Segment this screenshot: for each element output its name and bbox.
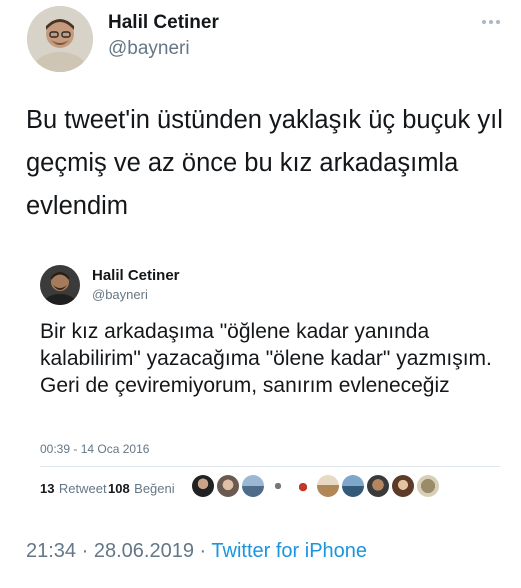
liker-avatar[interactable] xyxy=(367,475,389,497)
tweet-source-link[interactable]: Twitter for iPhone xyxy=(211,540,367,562)
retweet-label: Retweet xyxy=(58,481,107,496)
quoted-author-handle[interactable]: @bayneri xyxy=(92,287,148,302)
liker-avatar[interactable] xyxy=(242,475,264,497)
liker-avatar[interactable] xyxy=(417,475,439,497)
tweet-meta: 21:34 · 28.06.2019 · Twitter for iPhone xyxy=(26,540,367,563)
tweet-time[interactable]: 21:34 xyxy=(26,540,76,562)
liker-avatar[interactable] xyxy=(292,475,314,497)
quoted-tweet-text: Bir kız arkadaşıma "öğlene kadar yanında… xyxy=(40,320,492,397)
author-name[interactable]: Halil Cetiner xyxy=(108,12,219,34)
quoted-timestamp[interactable]: 00:39 - 14 Oca 2016 xyxy=(40,442,149,456)
author-handle[interactable]: @bayneri xyxy=(108,38,190,60)
quoted-divider xyxy=(40,466,500,467)
like-count: 108 xyxy=(108,481,130,496)
liker-avatar[interactable] xyxy=(342,475,364,497)
more-dots-icon[interactable] xyxy=(482,14,508,30)
liker-avatar[interactable] xyxy=(392,475,414,497)
liker-avatars xyxy=(192,475,439,497)
quoted-author-name[interactable]: Halil Cetiner xyxy=(92,267,180,284)
like-label: Beğeni xyxy=(134,481,175,496)
tweet-date[interactable]: 28.06.2019 xyxy=(94,540,194,562)
meta-separator: · xyxy=(199,540,207,562)
liker-avatar[interactable] xyxy=(267,475,289,497)
like-stat[interactable]: 108 Beğeni xyxy=(108,480,175,498)
retweet-count: 13 xyxy=(40,481,55,496)
author-avatar[interactable] xyxy=(27,6,93,72)
retweet-stat[interactable]: 13 Retweet xyxy=(40,480,107,498)
liker-avatar[interactable] xyxy=(317,475,339,497)
liker-avatar[interactable] xyxy=(217,475,239,497)
quoted-author-avatar[interactable] xyxy=(40,265,80,305)
meta-separator: · xyxy=(81,540,89,562)
liker-avatar[interactable] xyxy=(192,475,214,497)
tweet-text: Bu tweet'in üstünden yaklaşık üç buçuk y… xyxy=(26,106,503,220)
